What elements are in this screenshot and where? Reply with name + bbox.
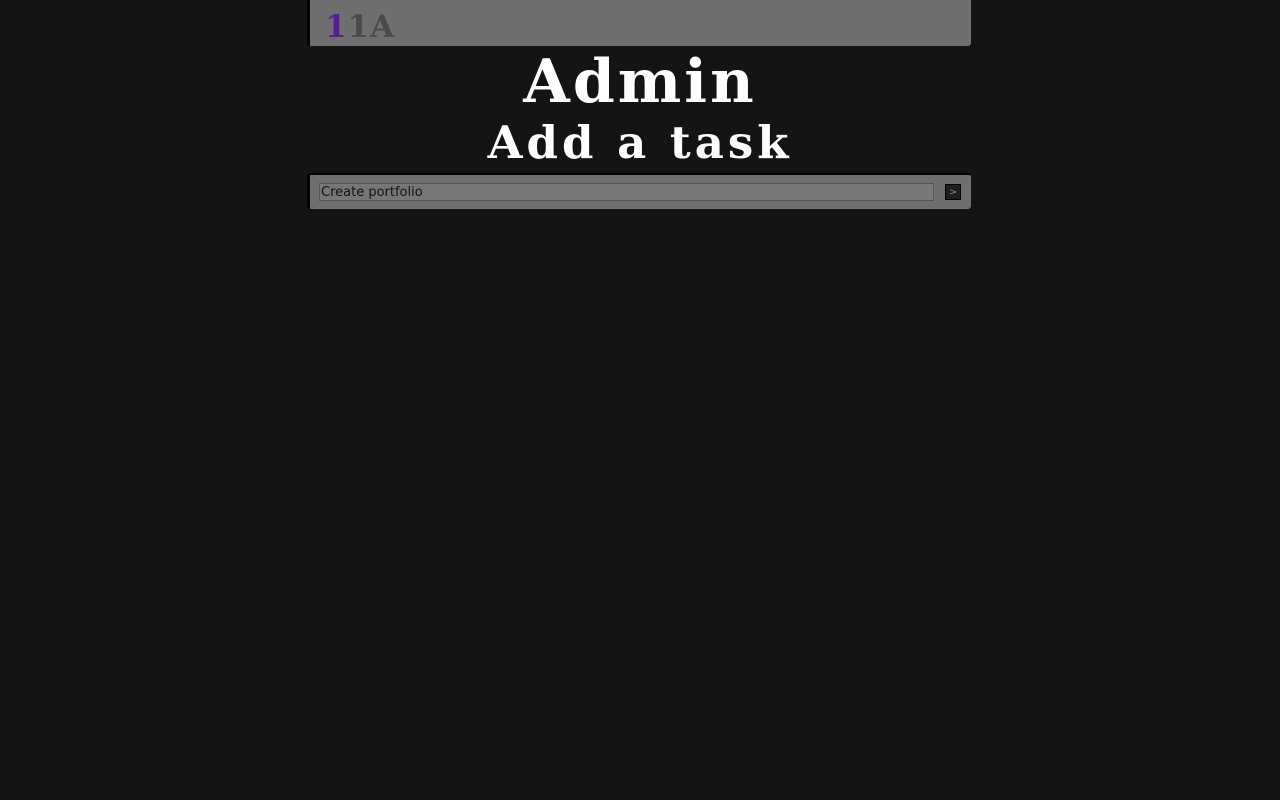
task-input[interactable] xyxy=(319,183,934,201)
site-logo[interactable]: 11A xyxy=(325,7,395,47)
logo-number: 1 xyxy=(325,9,348,45)
page-title: Admin xyxy=(523,47,757,117)
top-header-bar: 11A xyxy=(307,0,971,46)
logo-text: 1A xyxy=(347,9,396,45)
add-task-form: > xyxy=(307,173,971,209)
submit-task-button[interactable]: > xyxy=(945,184,961,200)
section-title: Add a task xyxy=(487,116,793,169)
